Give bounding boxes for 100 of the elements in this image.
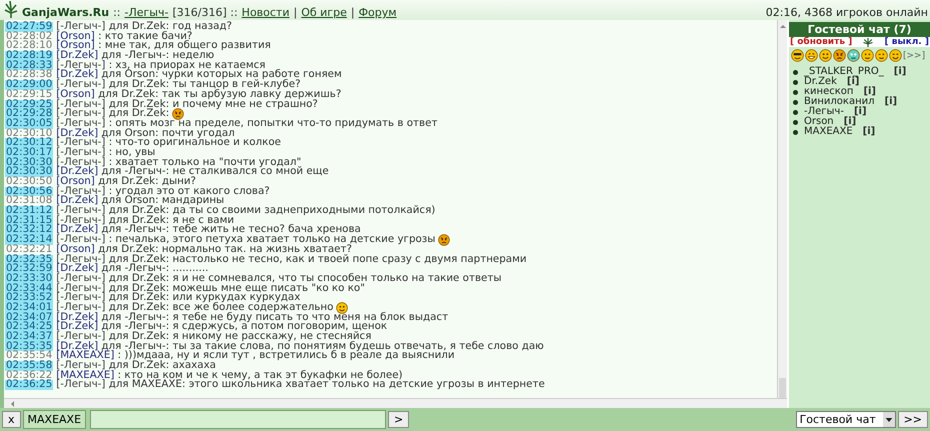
smiley-icon[interactable] — [861, 49, 874, 62]
timestamp: 02:29:28 — [5, 109, 54, 119]
chat-message: [-Легыч-] : хватает только на "почти угодал" — [56, 158, 302, 168]
timestamp: 02:28:33 — [5, 60, 54, 70]
winking-smiley-icon[interactable] — [875, 49, 888, 62]
timestamp: 02:32:35 — [5, 254, 54, 264]
timestamp: 02:29:15 — [5, 90, 54, 100]
grinning-smiley-icon[interactable] — [819, 49, 832, 62]
chat-message: [Dr.Zek] для -Легыч-: тебе жить не тесно? бача хренова — [56, 225, 361, 236]
bullet-icon — [793, 100, 798, 104]
chat-message: [Dr.Zek] для -Легыч-: я тебе не буду писать то что меня на блок выдаст — [56, 312, 448, 322]
chat-message: [MAXEAXE] : кто на ком и че к чему, а так эт букафки не более) — [56, 370, 403, 380]
leaf-icon — [863, 38, 874, 46]
chat-message: [Orson] : мне так, для общего развития — [56, 41, 271, 52]
timestamp: 02:28:02 — [5, 32, 54, 42]
chat-message: [Dr.Zek] для Orson: мандарины — [56, 196, 224, 206]
message-input[interactable] — [90, 410, 386, 429]
info-link[interactable]: [i] — [863, 87, 876, 97]
timestamp: 02:30:17 — [5, 148, 54, 158]
timestamp: 02:30:30 — [5, 158, 54, 168]
more-smileys-link[interactable]: [>>] — [903, 50, 926, 60]
chat-message: [-Легыч-] : но, увы — [56, 148, 156, 158]
bullet-icon — [793, 130, 798, 134]
nav-link[interactable]: Новости — [242, 6, 290, 19]
nav-link[interactable]: -Легыч- — [124, 6, 168, 19]
bullet-icon — [793, 90, 798, 94]
chat-message: [-Легыч-] для Dr.Zek: настолько не тесно, как и твоей попе сразу с двумя партнерами — [56, 254, 527, 264]
off-link[interactable]: [ выкл. ] — [884, 37, 929, 47]
chat-message: [MAXEAXE] : )))мдааа, ну и ясли тут , встретились б в реале да выяснили — [56, 351, 455, 362]
leaf-logo-icon — [4, 1, 18, 19]
sunglasses-smiley-icon[interactable] — [791, 49, 804, 62]
info-link[interactable]: [i] — [854, 107, 867, 117]
bullet-icon — [793, 70, 798, 74]
chat-message: [-Легыч-] : угодал это от какого слова? — [56, 186, 270, 196]
user-name[interactable]: Винилоканил — [804, 97, 875, 107]
refresh-link[interactable]: [ обновить ] — [790, 37, 852, 47]
horizontal-scrollbar[interactable] — [4, 398, 787, 408]
vertical-scrollbar[interactable] — [777, 20, 787, 398]
timestamp: 02:31:15 — [5, 216, 54, 226]
header-text: | — [294, 6, 298, 19]
timestamp: 02:35:58 — [5, 361, 54, 371]
chat-message: [-Легыч-] для MAXEAXE: этого школьника хватает только на детские угрозы в интернете — [56, 380, 545, 390]
panel-title: Гостевой чат (7) — [789, 22, 930, 37]
timestamp: 02:35:54 — [5, 351, 54, 362]
timestamp: 02:32:14 — [5, 235, 54, 245]
happy-smiley-icon[interactable] — [889, 49, 902, 62]
site-title: GanjaWars.Ru — [22, 6, 110, 19]
online-status: 02:16, 4368 игроков онлайн — [766, 6, 928, 19]
nav-link[interactable]: Форум — [358, 6, 397, 19]
chat-message: [-Легыч-] для Dr.Zek: и почему мне не страшно? — [56, 100, 318, 110]
chat-message: [-Легыч-] для Dr.Zek: я никому не расскажу, не стесняйся — [56, 332, 372, 342]
user-name[interactable]: _STALKER_PRO_ — [804, 67, 884, 77]
round-smiley-icon[interactable] — [847, 49, 860, 62]
channel-select[interactable]: Гостевой чат — [796, 411, 896, 428]
timestamp: 02:33:44 — [5, 284, 54, 294]
chat-message: [-Легыч-] : хз, на приорах не катаемся — [56, 60, 266, 70]
laughing-smiley-icon[interactable] — [805, 49, 818, 62]
bullet-icon — [793, 120, 798, 124]
chat-message: [Dr.Zek] для -Легыч-: я сдержусь, а потом поговорим, щенок — [56, 322, 388, 332]
chat-message: [-Легыч-] : опять мозг на пределе, попытки что-то придумать в ответ — [56, 118, 438, 129]
info-link[interactable]: [i] — [846, 77, 860, 87]
user-name[interactable]: кинескоп — [804, 87, 854, 97]
chat-message: [Orson] для Dr.Zek: дыни? — [56, 177, 196, 187]
timestamp: 02:29:00 — [5, 80, 54, 90]
chat-message: [-Легыч-] для Dr.Zek: или куркудах куркудах — [56, 293, 300, 303]
info-link[interactable]: [i] — [884, 97, 898, 107]
timestamp: 02:34:25 — [5, 322, 54, 332]
chat-message: [-Легыч-] для Dr.Zek: все же более содержательно — [56, 302, 334, 313]
chat-message: [-Легыч-] для Dr.Zek: ахахаха — [56, 361, 216, 371]
chat-message: [Orson] для Dr.Zek: нормально так. на жизнь хватает? — [56, 244, 352, 255]
send-button[interactable]: > — [388, 411, 410, 428]
chat-message: [Orson] для Dr.Zek: так ты арбузую лавку держишь? — [56, 90, 342, 100]
header-text: [316/316] :: — [172, 6, 238, 19]
user-name[interactable]: Orson — [804, 117, 834, 127]
frowning-smiley-icon[interactable] — [833, 49, 846, 62]
dropdown-caret-icon — [884, 416, 893, 424]
bullet-icon — [793, 80, 798, 84]
timestamp: 02:31:12 — [5, 206, 54, 216]
clear-button[interactable]: x — [2, 411, 21, 428]
timestamp: 02:32:59 — [5, 264, 54, 274]
user-name[interactable]: Dr.Zek — [804, 77, 837, 87]
timestamp: 02:33:52 — [5, 293, 54, 303]
chat-message: [-Легыч-] для Dr.Zek: ты танцор в гей-клубе? — [56, 80, 301, 90]
bullet-icon — [793, 110, 798, 114]
user-name[interactable]: MAXEAXE — [804, 127, 853, 137]
chat-message: [-Легыч-] для Dr.Zek: — [56, 109, 170, 119]
go-button[interactable]: >> — [898, 411, 928, 428]
chat-message: [Dr.Zek] для Orson: почти угодал — [56, 128, 235, 138]
timestamp: 02:34:01 — [5, 302, 54, 313]
timestamp: 02:29:25 — [5, 100, 54, 110]
chat-message: [-Легыч-] : печалька, этого петуха хватает только на детские угрозы — [56, 235, 436, 245]
timestamp: 02:27:59 — [5, 22, 54, 32]
user-name[interactable]: -Легыч- — [804, 107, 844, 117]
info-link[interactable]: [i] — [844, 117, 856, 127]
chat-message: [Dr.Zek] для -Легыч-: не сталкивался со мной еще — [56, 167, 329, 178]
info-link[interactable]: [i] — [894, 67, 906, 77]
chat-message: [-Легыч-] : что-то оригинальное и колкое — [56, 138, 281, 148]
nav-link[interactable]: Об игре — [301, 6, 347, 19]
timestamp: 02:33:30 — [5, 274, 54, 284]
info-link[interactable]: [i] — [862, 127, 876, 137]
